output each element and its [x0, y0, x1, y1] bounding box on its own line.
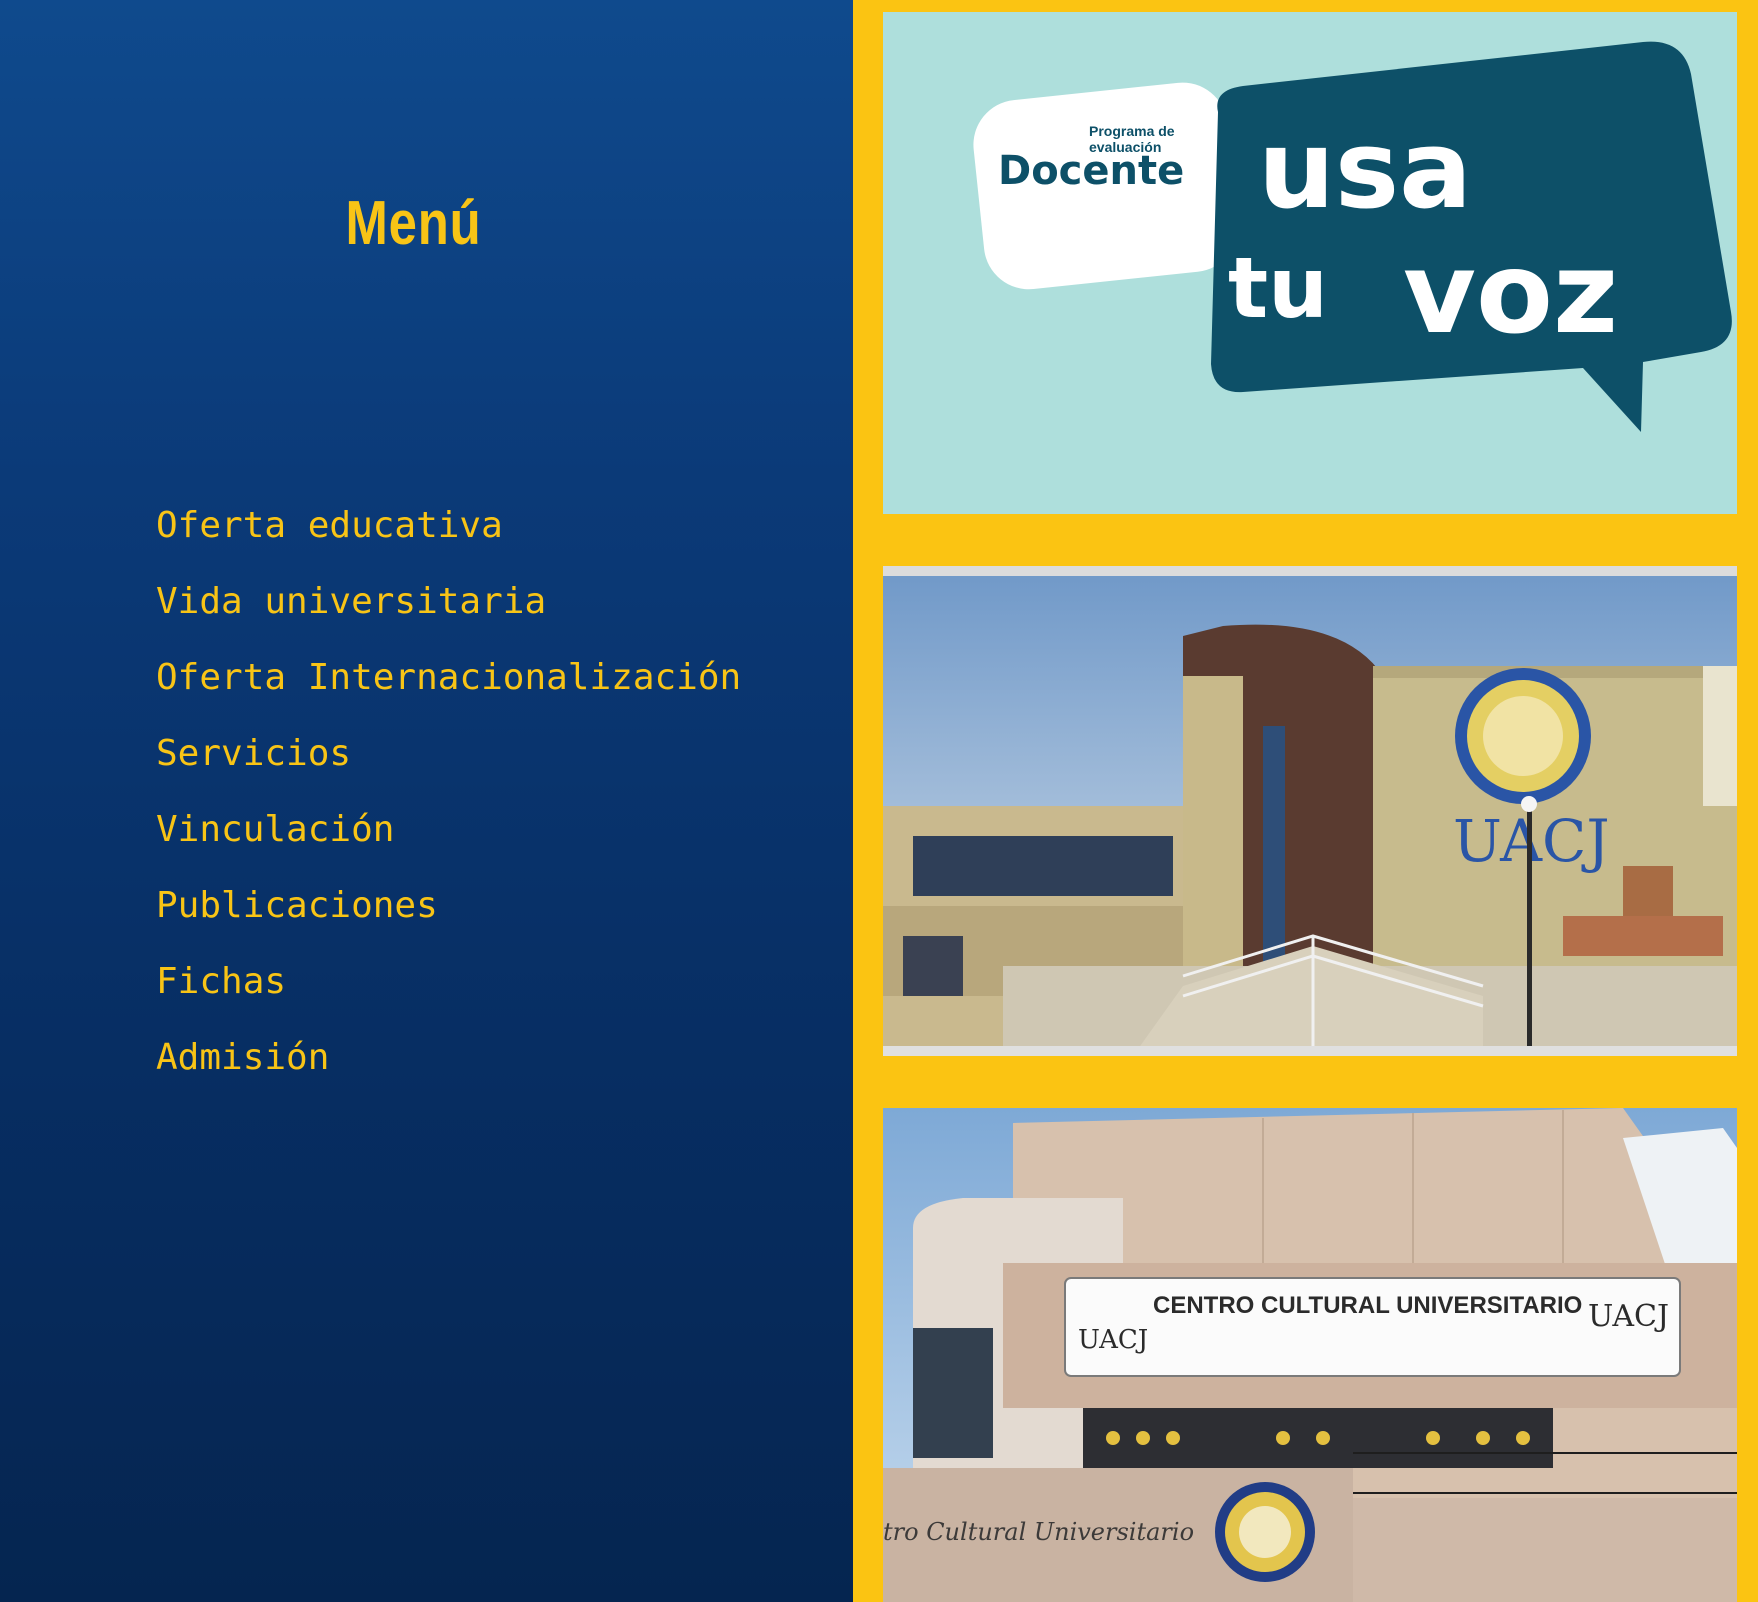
- slogan-voz: voz: [1403, 229, 1618, 359]
- menu-item-publicaciones[interactable]: Publicaciones: [156, 882, 741, 958]
- menu-item-vida-universitaria[interactable]: Vida universitaria: [156, 578, 741, 654]
- campus-photo-tile[interactable]: UACJ: [883, 566, 1737, 1056]
- marquee-title: CENTRO CULTURAL UNIVERSITARIO: [1153, 1292, 1582, 1319]
- docente-banner-image: Programa de evaluación Docente usa tu vo…: [883, 12, 1737, 514]
- cultural-center-photo-tile[interactable]: CENTRO CULTURAL UNIVERSITARIO UACJ UACJ …: [883, 1108, 1737, 1602]
- slogan-usa: usa: [1258, 108, 1472, 233]
- slogan-tu: tu: [1228, 239, 1328, 337]
- campus-building-image: UACJ: [883, 566, 1737, 1056]
- marquee-logo-left: UACJ: [1078, 1325, 1148, 1355]
- menu-item-oferta-educativa[interactable]: Oferta educativa: [156, 502, 741, 578]
- marquee-logo-right: UACJ: [1588, 1299, 1669, 1334]
- menu-list: Oferta educativa Vida universitaria Ofer…: [156, 502, 741, 1110]
- menu-item-fichas[interactable]: Fichas: [156, 958, 741, 1034]
- program-line1: Programa de: [1089, 123, 1175, 139]
- menu-item-admision[interactable]: Admisión: [156, 1034, 741, 1110]
- image-tiles-column: Programa de evaluación Docente usa tu vo…: [853, 0, 1758, 1602]
- menu-item-servicios[interactable]: Servicios: [156, 730, 741, 806]
- menu-title: Menú: [345, 189, 482, 258]
- program-word: Docente: [998, 148, 1184, 194]
- menu-item-vinculacion[interactable]: Vinculación: [156, 806, 741, 882]
- wall-inscription: tro Cultural Universitario: [883, 1518, 1194, 1546]
- menu-panel: Menú Oferta educativa Vida universitaria…: [0, 0, 853, 1602]
- cultural-center-image: CENTRO CULTURAL UNIVERSITARIO UACJ UACJ …: [883, 1108, 1737, 1602]
- docente-banner-tile[interactable]: Programa de evaluación Docente usa tu vo…: [883, 12, 1737, 514]
- menu-item-oferta-internacionalizacion[interactable]: Oferta Internacionalización: [156, 654, 741, 730]
